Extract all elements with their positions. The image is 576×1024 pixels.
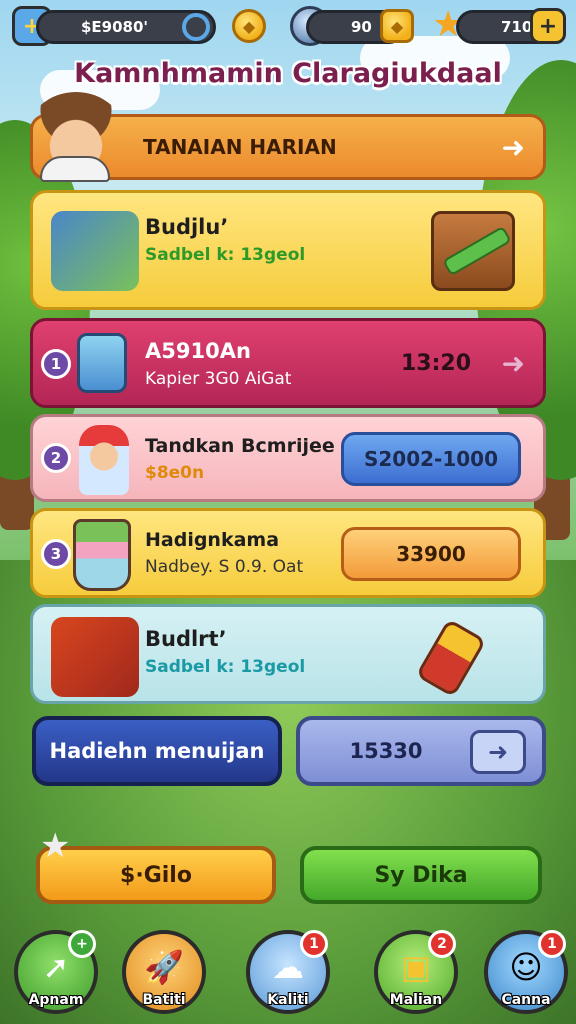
currency-1-value: 90 <box>351 18 372 36</box>
quest-number-badge: 2 <box>41 443 71 473</box>
reward-value-button[interactable]: 15330 ➜ <box>296 716 546 786</box>
nav-label: Kaliti <box>267 992 309 1008</box>
top-bar: + $E9080' ◆ 90 ◆ ★ 7100 + <box>10 4 566 46</box>
gold-button[interactable]: $·Gilo <box>36 846 276 904</box>
nav-label: Canna <box>501 992 551 1008</box>
gift-box-icon <box>51 617 139 697</box>
quest-card[interactable]: Budlrt’ Sadbel k: 13geol <box>30 604 546 704</box>
nav-item-canna[interactable]: ☺ 1 Canna <box>484 930 568 1014</box>
scroll-icon <box>415 618 487 698</box>
quest-subtitle: Kapier 3G0 AiGat <box>145 369 292 389</box>
quest-subtitle: Nadbey. S 0.9. Oat <box>145 557 304 577</box>
arrow-right-icon[interactable]: ➜ <box>470 730 526 774</box>
treasure-chest-icon <box>431 211 515 291</box>
quest-title: Budlrt’ <box>145 627 227 651</box>
reward-value: 15330 <box>349 739 423 763</box>
claim-button[interactable]: S2002-1000 <box>341 432 521 486</box>
gold-button-label: $·Gilo <box>120 862 192 888</box>
gift-box-icon <box>51 211 139 291</box>
rewards-menu-button[interactable]: Hadiehn menuijan <box>32 716 282 786</box>
nav-label: Malian <box>389 992 443 1008</box>
quest-card[interactable]: Budjlu’ Sadbel k: 13geol <box>30 190 546 310</box>
quest-timer: 13:20 <box>400 351 471 376</box>
nav-item-kaliti[interactable]: ☁ 1 Kaliti <box>246 930 330 1014</box>
magnifier-icon <box>77 333 127 393</box>
quest-title: Tandkan Bcmrijee <box>145 435 335 457</box>
coin-icon[interactable]: ◆ <box>380 9 414 43</box>
coin-icon: ◆ <box>232 9 266 43</box>
nav-item-apnam[interactable]: ➚ + Apnam <box>14 930 98 1014</box>
nav-label: Batiti <box>142 992 186 1008</box>
quest-text: Tandkan Bcmrijee $8e0n <box>145 435 335 483</box>
arrow-right-icon[interactable]: ➜ <box>502 347 525 380</box>
plus-icon: + <box>538 13 558 39</box>
character-avatar <box>26 92 126 182</box>
quest-text: A5910An Kapier 3G0 AiGat <box>145 339 291 389</box>
green-button-label: Sy Dika <box>374 862 468 888</box>
quest-number-badge: 3 <box>41 539 71 569</box>
claim-button[interactable]: 33900 <box>341 527 521 581</box>
quest-subtitle: $8e0n <box>145 463 205 483</box>
quest-title: A5910An <box>145 339 251 363</box>
nav-badge: 2 <box>428 930 456 958</box>
quest-card[interactable]: 3 Hadignkama Nadbey. S 0.9. Oat 33900 <box>30 508 546 598</box>
quest-subtitle: Sadbel k: 13geol <box>145 657 306 677</box>
green-button[interactable]: Sy Dika <box>300 846 542 904</box>
panel-header-label: TANAIAN HARIAN <box>143 135 337 159</box>
cake-icon <box>73 519 131 591</box>
bottom-nav: ➚ + Apnam 🚀 Batiti ☁ 1 Kaliti ▣ 2 Malian… <box>0 924 576 1024</box>
character-icon <box>79 425 129 495</box>
profile-value: $E9080' <box>81 18 149 36</box>
rocket-icon: 🚀 <box>144 948 184 986</box>
nav-label: Apnam <box>28 992 84 1008</box>
page-title: Kamnhmamin Claragiukdaal <box>74 58 502 89</box>
quest-number-badge: 1 <box>41 349 71 379</box>
quest-text: Budjlu’ Sadbel k: 13geol <box>145 215 305 265</box>
quest-card[interactable]: 2 Tandkan Bcmrijee $8e0n S2002-1000 <box>30 414 546 502</box>
nav-item-batiti[interactable]: 🚀 Batiti <box>122 930 206 1014</box>
nav-badge: 1 <box>300 930 328 958</box>
quest-card[interactable]: 1 A5910An Kapier 3G0 AiGat 13:20 ➜ <box>30 318 546 408</box>
nav-item-malian[interactable]: ▣ 2 Malian <box>374 930 458 1014</box>
nav-badge: + <box>68 930 96 958</box>
quest-text: Budlrt’ Sadbel k: 13geol <box>145 627 305 677</box>
arrow-right-icon[interactable]: ➜ <box>502 131 525 164</box>
quest-subtitle: Sadbel k: 13geol <box>145 245 306 265</box>
quest-title: Budjlu’ <box>145 215 229 239</box>
rewards-menu-label: Hadiehn menuijan <box>49 739 265 763</box>
star-icon: ★ <box>40 826 71 866</box>
settings-icon[interactable] <box>182 13 210 41</box>
nav-badge: 1 <box>538 930 566 958</box>
avatar-shirt <box>40 156 110 182</box>
add-currency-button[interactable]: + <box>530 8 566 44</box>
quest-title: Hadignkama <box>145 529 280 551</box>
quest-text: Hadignkama Nadbey. S 0.9. Oat <box>145 529 303 577</box>
